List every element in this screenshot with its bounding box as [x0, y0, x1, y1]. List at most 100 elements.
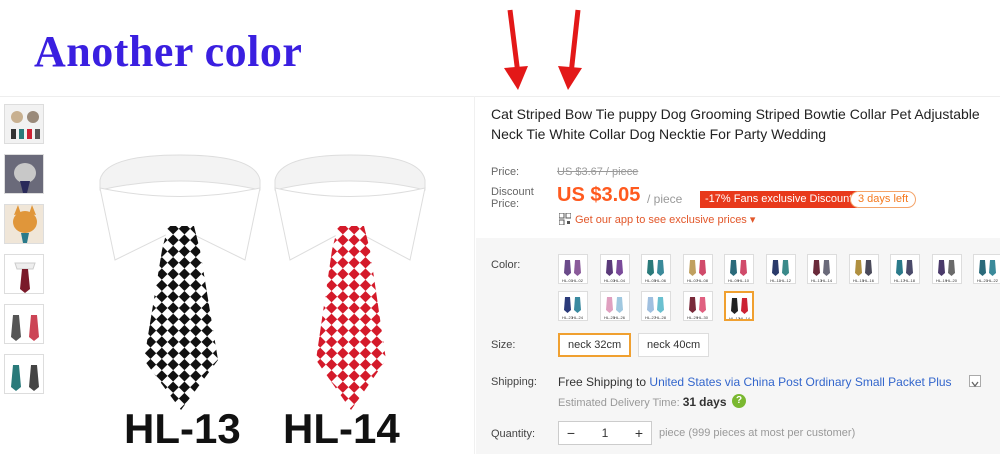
tie-swatch-image: HL-01 HL-02 — [562, 260, 584, 283]
qr-code-icon — [559, 213, 571, 225]
color-swatch[interactable]: HL-19 HL-20 — [931, 254, 962, 284]
quantity-limit-note: piece (999 pieces at most per customer) — [659, 427, 856, 439]
size-option-40cm[interactable]: neck 40cm — [638, 333, 710, 357]
quantity-input[interactable]: 1 — [583, 422, 627, 444]
tie-swatch-image: HL-19 HL-20 — [936, 260, 958, 283]
red-arrow-icon — [504, 9, 528, 90]
app-exclusive-link[interactable]: Get our app to see exclusive prices ▾ — [575, 213, 755, 226]
thumbnail-image — [5, 205, 43, 243]
swatch-code: HL-14 — [739, 316, 751, 321]
thumbnail[interactable] — [4, 354, 44, 394]
color-swatch[interactable]: HL-21 HL-22 — [973, 254, 1000, 284]
tie-swatch-image: HL-13 HL-14 — [729, 298, 751, 321]
price-unit: / piece — [647, 192, 683, 206]
swatch-code: HL-16 — [863, 278, 875, 283]
swatch-code: HL-28 — [655, 315, 667, 320]
main-product-image — [99, 154, 426, 410]
discount-price-label: Discount — [491, 186, 534, 198]
color-swatch[interactable]: HL-13 HL-14 — [807, 254, 837, 284]
quantity-decrease-button[interactable]: − — [559, 422, 583, 444]
delivery-estimate-label: Estimated Delivery Time: — [558, 397, 680, 409]
days-left-badge: 3 days left — [850, 191, 917, 208]
swatch-code: HL-18 — [904, 278, 916, 283]
swatch-code: HL-06 — [655, 278, 667, 283]
help-icon[interactable]: ? — [732, 394, 746, 408]
thumbnail[interactable] — [4, 154, 44, 194]
swatch-code: HL-26 — [614, 315, 626, 320]
black-tie-collar — [99, 154, 261, 410]
color-swatch[interactable]: HL-09 HL-10 — [724, 254, 754, 284]
thumbnail-image — [5, 155, 43, 193]
color-swatch[interactable]: HL-15 HL-16 — [848, 254, 879, 284]
free-shipping-text: Free Shipping to — [558, 375, 647, 389]
thumbnail-image — [5, 255, 43, 293]
current-price: US $3.05 — [557, 184, 641, 206]
shipping-dropdown-icon[interactable] — [969, 375, 981, 388]
color-label: Color: — [491, 259, 521, 271]
original-price: US $3.67 / piece — [557, 166, 639, 178]
tie-swatch-image: HL-29 HL-30 — [687, 297, 709, 320]
swatch-code: HL-30 — [697, 315, 709, 320]
swatch-code: HL-10 — [738, 278, 750, 283]
swatch-code: HL-08 — [697, 278, 709, 283]
chevron-down-icon — [971, 381, 979, 388]
product-label: HL-13 — [124, 405, 241, 452]
thumbnail-image — [5, 305, 43, 343]
tie-swatch-image: HL-05 HL-06 — [645, 260, 667, 283]
size-label: Size: — [491, 339, 516, 351]
swatch-code: HL-22 — [987, 278, 999, 283]
color-swatch[interactable]: HL-05 HL-06 — [641, 254, 671, 284]
delivery-estimate: Estimated Delivery Time: 31 days — [558, 395, 727, 409]
quantity-increase-button[interactable]: + — [627, 422, 651, 444]
thumbnail-image — [5, 355, 43, 393]
delivery-days-value: 31 — [682, 395, 697, 409]
color-swatch[interactable]: HL-27 HL-28 — [641, 291, 671, 321]
banner-title: Another color — [34, 27, 303, 76]
size-option-32cm[interactable]: neck 32cm — [558, 333, 632, 357]
tie-swatch-image: HL-17 HL-18 — [894, 260, 916, 283]
tie-swatch-image: HL-09 HL-10 — [728, 260, 750, 283]
swatch-code: HL-24 — [572, 315, 584, 320]
color-swatch[interactable]: HL-11 HL-12 — [765, 254, 796, 284]
swatch-code: HL-14 — [821, 278, 833, 283]
tie-swatch-image: HL-23 HL-24 — [562, 297, 584, 320]
color-swatch[interactable]: HL-01 HL-02 — [558, 254, 588, 284]
thumbnail-image — [5, 105, 43, 143]
tie-swatch-image: HL-15 HL-16 — [853, 260, 875, 283]
quantity-label: Quantity: — [491, 428, 536, 440]
price-label: Price: — [491, 166, 520, 178]
tie-swatch-image: HL-03 HL-04 — [604, 260, 626, 283]
color-swatch[interactable]: HL-25 HL-26 — [599, 291, 630, 321]
quantity-stepper: − 1 + — [558, 421, 652, 445]
color-swatch[interactable]: HL-07 HL-08 — [682, 254, 713, 284]
swatch-code: HL-12 — [780, 278, 792, 283]
thumbnail[interactable] — [4, 104, 44, 144]
tie-swatch-image: HL-07 HL-08 — [687, 260, 709, 283]
thumbnail[interactable] — [4, 204, 44, 244]
product-title: Cat Striped Bow Tie puppy Dog Grooming S… — [491, 106, 980, 142]
thumbnail[interactable] — [4, 254, 44, 294]
tie-swatch-image: HL-21 HL-22 — [977, 260, 999, 283]
tie-swatch-image: HL-25 HL-26 — [604, 297, 626, 320]
color-swatch[interactable]: HL-23 HL-24 — [558, 291, 588, 321]
product-label: HL-14 — [283, 405, 400, 452]
thumbnail[interactable] — [4, 304, 44, 344]
swatch-code: HL-02 — [572, 278, 584, 283]
tie-swatch-image: HL-13 HL-14 — [811, 260, 833, 283]
discount-price-label: Price: — [491, 198, 520, 210]
swatch-code: HL-04 — [614, 278, 626, 283]
tie-swatch-image: HL-11 HL-12 — [770, 260, 792, 283]
discount-badge: -17% Fans exclusive Discount — [700, 191, 858, 208]
color-swatch[interactable]: HL-17 HL-18 — [890, 254, 920, 284]
tie-swatch-image: HL-27 HL-28 — [645, 297, 667, 320]
delivery-days-unit: days — [699, 395, 727, 409]
shipping-destination-link[interactable]: United States via China Post Ordinary Sm… — [649, 375, 951, 389]
thumbnail-strip — [4, 104, 46, 404]
swatch-code: HL-20 — [946, 278, 958, 283]
shipping-label: Shipping: — [491, 376, 537, 388]
color-swatch[interactable]: HL-03 HL-04 — [599, 254, 630, 284]
divider — [0, 96, 1000, 97]
color-swatch[interactable]: HL-29 HL-30 — [682, 291, 713, 321]
color-swatch[interactable]: HL-13 HL-14 — [724, 291, 754, 321]
red-arrow-icon — [558, 9, 582, 90]
